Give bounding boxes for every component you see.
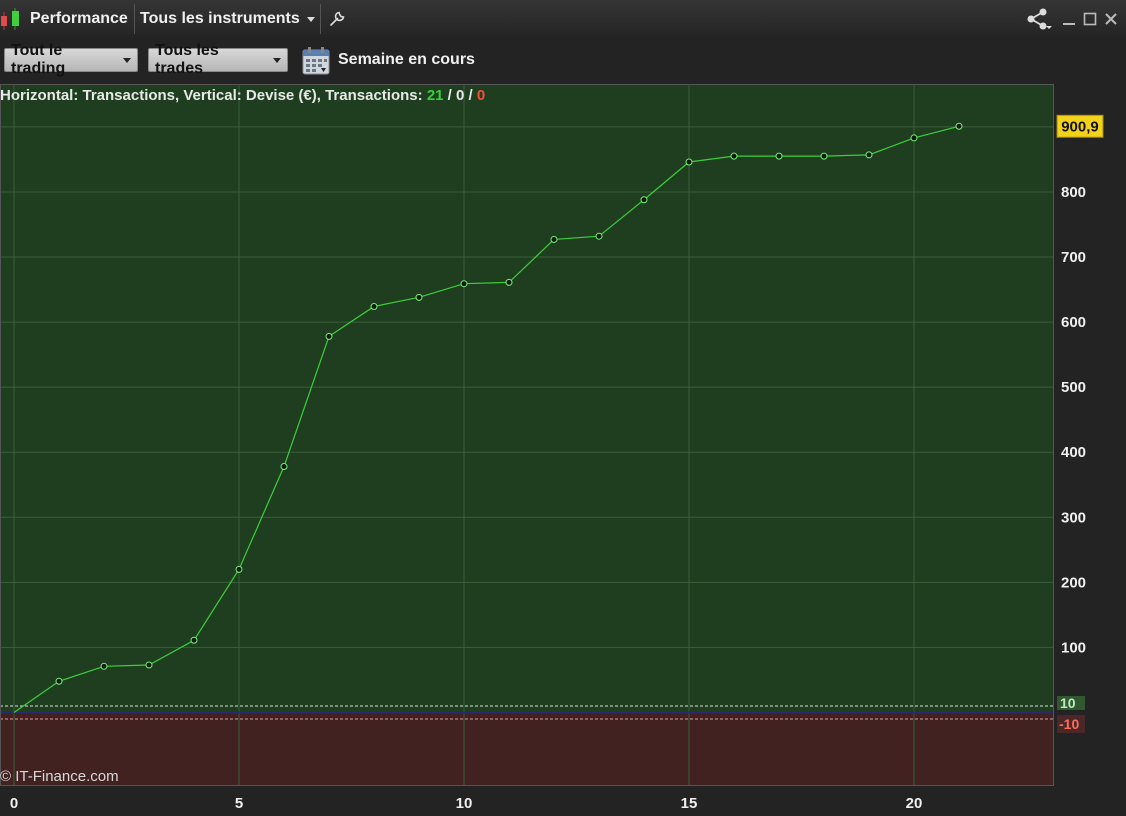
y-tick-label: 100: [1061, 639, 1086, 656]
y-tick-label: 300: [1061, 509, 1086, 526]
performance-chart: 100 200 300 400 500 600 700 800 0 5 10 15 20 900,9 10 -…: [0, 84, 1126, 812]
close-icon[interactable]: [1102, 0, 1120, 38]
data-point[interactable]: [730, 152, 738, 160]
chart-caption: Horizontal: Transactions, Vertical: Devi…: [0, 87, 485, 104]
x-tick-label: 20: [906, 795, 923, 811]
x-tick-label: 0: [10, 795, 18, 811]
loss-zone: [0, 712, 1054, 786]
y-tick-label: 800: [1061, 184, 1086, 201]
candlestick-icon: [0, 0, 24, 38]
neutral-count: 0: [456, 87, 465, 104]
upper-band-label: 10: [1060, 695, 1076, 711]
data-point[interactable]: [100, 662, 108, 670]
x-tick-label: 15: [681, 795, 698, 811]
chevron-down-icon: [123, 57, 131, 63]
chevron-down-icon: [306, 16, 315, 22]
trades-filter-dropdown[interactable]: Tous les trades: [148, 42, 288, 77]
data-point[interactable]: [865, 151, 873, 159]
share-icon[interactable]: [1024, 0, 1054, 38]
data-point[interactable]: [55, 677, 63, 685]
x-tick-label: 5: [235, 795, 243, 811]
chart-caption-text: Horizontal: Transactions, Vertical: Devi…: [0, 87, 423, 104]
y-tick-label: 400: [1061, 444, 1086, 461]
trades-filter-label: Tous les trades: [155, 42, 219, 77]
title-separator: [134, 4, 135, 34]
data-point[interactable]: [775, 152, 783, 160]
title-separator: [320, 4, 321, 34]
data-point[interactable]: [280, 463, 288, 471]
minimize-icon[interactable]: [1060, 0, 1078, 38]
x-axis-area: [0, 786, 1126, 811]
instrument-selector[interactable]: Tous les instruments: [140, 0, 315, 38]
chevron-down-icon: [273, 57, 281, 63]
loss-count: 0: [476, 87, 486, 104]
data-point[interactable]: [235, 565, 243, 573]
period-label[interactable]: Semaine en cours: [338, 51, 475, 69]
win-count: 21: [426, 87, 444, 104]
copyright-text: © IT-Finance.com: [0, 768, 119, 785]
window-title: Performance: [30, 10, 128, 27]
last-value-label: 900,9: [1061, 118, 1099, 135]
caption-separator: /: [468, 87, 473, 104]
data-point[interactable]: [640, 196, 648, 204]
y-tick-label: 600: [1061, 314, 1086, 331]
data-point[interactable]: [820, 152, 828, 160]
data-point[interactable]: [550, 235, 558, 243]
wrench-icon[interactable]: [326, 0, 348, 38]
profit-zone: [0, 84, 1054, 713]
instrument-selector-label: Tous les instruments: [140, 10, 300, 27]
y-tick-label: 200: [1061, 574, 1086, 591]
data-point[interactable]: [415, 293, 423, 301]
maximize-icon[interactable]: [1081, 0, 1099, 38]
data-point[interactable]: [595, 232, 603, 240]
data-point[interactable]: [505, 278, 513, 286]
caption-separator: /: [447, 87, 452, 104]
data-point[interactable]: [955, 122, 963, 130]
lower-band-label: -10: [1059, 716, 1079, 732]
data-point[interactable]: [370, 302, 378, 310]
y-tick-label: 700: [1061, 249, 1086, 266]
title-bar: Performance Tous les instruments: [0, 0, 1126, 39]
data-point[interactable]: [910, 134, 918, 142]
trading-filter-label: Tout le trading: [11, 42, 66, 77]
trading-filter-dropdown[interactable]: Tout le trading: [4, 42, 138, 77]
data-point[interactable]: [325, 332, 333, 340]
calendar-icon[interactable]: [302, 46, 332, 76]
y-tick-label: 500: [1061, 379, 1086, 396]
data-point[interactable]: [190, 636, 198, 644]
x-tick-label: 10: [456, 795, 473, 811]
data-point[interactable]: [145, 661, 153, 669]
toolbar: Tout le trading Tous les trades Semaine …: [0, 38, 1126, 84]
chart-svg: 100 200 300 400 500 600 700 800 0 5 10 15 20 900,9 10 -…: [0, 84, 1126, 812]
data-point[interactable]: [685, 158, 693, 166]
data-point[interactable]: [460, 280, 468, 288]
